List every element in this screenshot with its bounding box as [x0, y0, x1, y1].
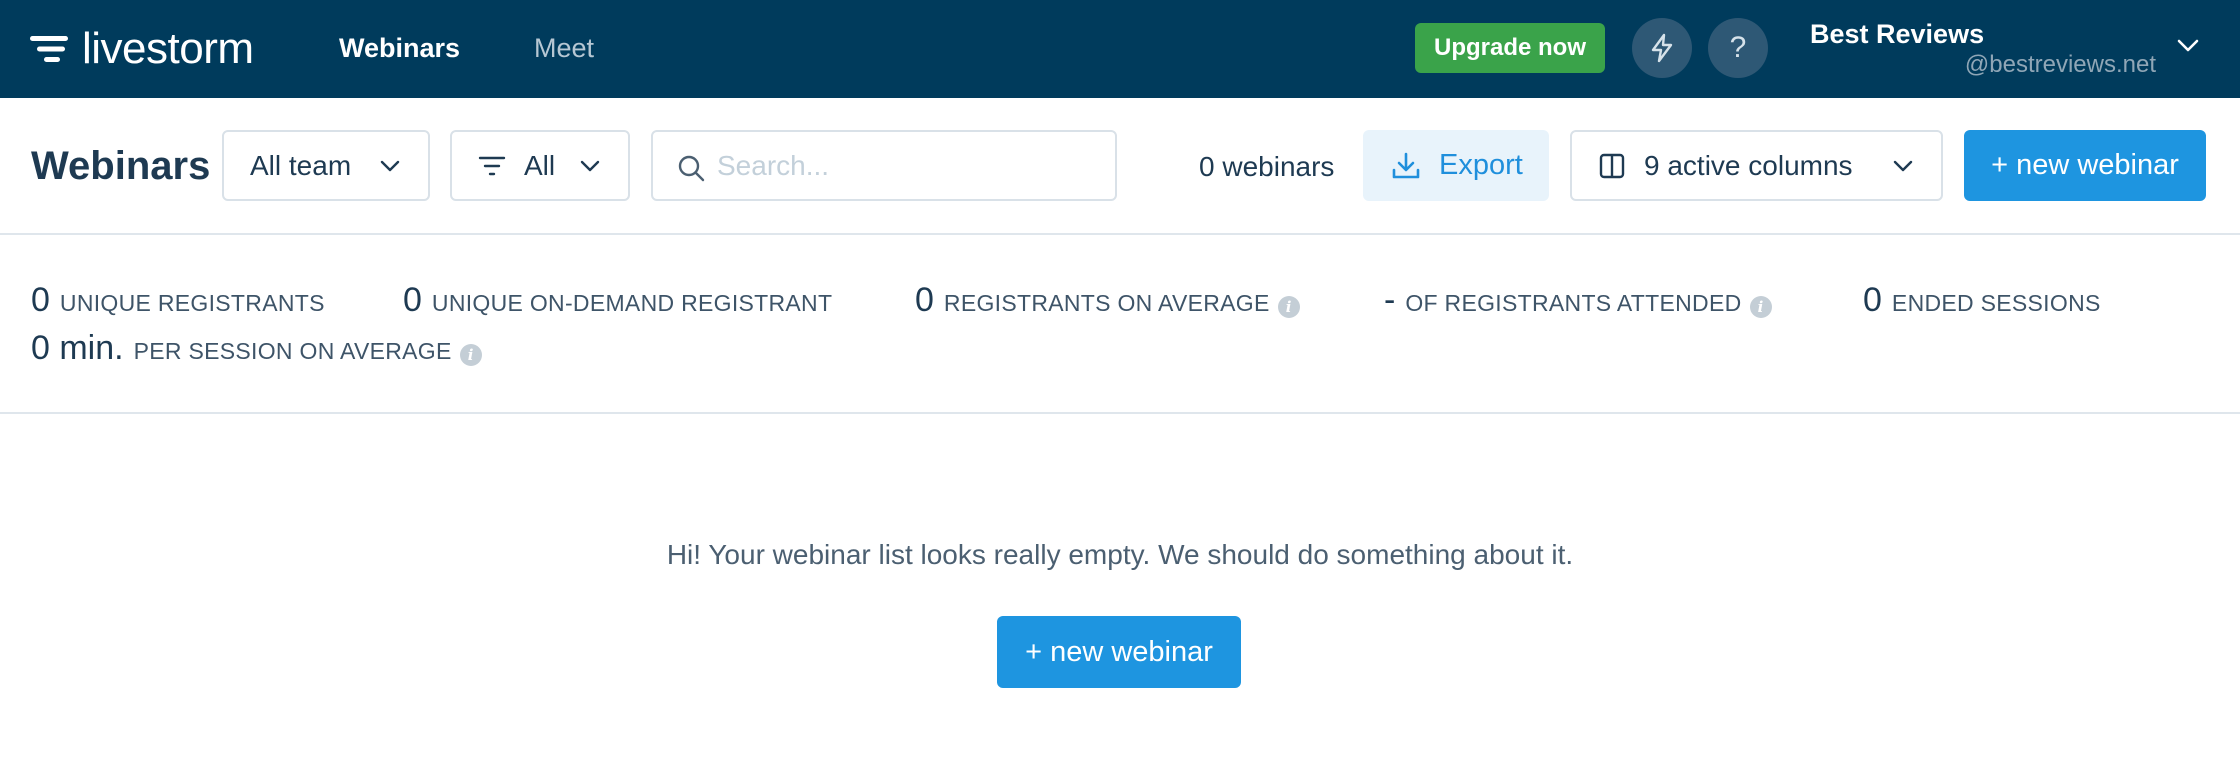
stat-ended-sessions: 0 ENDED SESSIONS: [1863, 281, 2101, 320]
team-select-value: All team: [250, 149, 352, 181]
stat-value: 0: [915, 281, 934, 319]
stat-label: UNIQUE REGISTRANTS: [59, 290, 325, 316]
info-icon[interactable]: i: [1749, 296, 1772, 318]
stat-label: ENDED SESSIONS: [1891, 290, 2101, 316]
chevron-down-icon[interactable]: [2176, 38, 2200, 54]
columns-icon: [1599, 153, 1625, 178]
info-icon[interactable]: i: [459, 344, 482, 366]
filter-icon: [478, 156, 506, 175]
chevron-down-icon: [1893, 160, 1913, 172]
stat-value: -: [1384, 281, 1396, 319]
nav-webinars[interactable]: Webinars: [339, 30, 460, 66]
upgrade-now-button[interactable]: Upgrade now: [1415, 23, 1605, 73]
livestorm-logo[interactable]: livestorm: [30, 26, 254, 72]
whats-new-button[interactable]: [1632, 18, 1692, 78]
stat-registrants-on-average: 0 REGISTRANTS ON AVERAGE i: [915, 281, 1300, 320]
help-icon: ?: [1729, 31, 1747, 64]
download-icon: [1392, 152, 1420, 178]
info-icon[interactable]: i: [1277, 296, 1300, 318]
stat-label: UNIQUE ON-DEMAND REGISTRANT: [431, 290, 833, 316]
stat-label: REGISTRANTS ON AVERAGE: [943, 290, 1270, 316]
stat-value: 0 min.: [31, 329, 124, 367]
bolt-icon: [1651, 33, 1673, 63]
team-select[interactable]: All team: [222, 130, 430, 201]
empty-state-message: Hi! Your webinar list looks really empty…: [666, 539, 1574, 570]
stat-value: 0: [31, 281, 50, 319]
user-handle: @bestreviews.net: [1964, 51, 2156, 78]
logo-text: livestorm: [82, 24, 254, 73]
export-button[interactable]: Export: [1363, 130, 1549, 201]
stat-unique-on-demand-registrant: 0 UNIQUE ON-DEMAND REGISTRANT: [403, 281, 832, 320]
search-icon: [678, 155, 705, 182]
stat-registrants-attended: - OF REGISTRANTS ATTENDED i: [1384, 281, 1772, 320]
chevron-down-icon: [580, 160, 600, 172]
webinars-toolbar: Webinars All team All 0 webinars Export: [0, 98, 2240, 235]
user-name[interactable]: Best Reviews: [1810, 17, 1984, 51]
top-navigation-bar: livestorm Webinars Meet Upgrade now ? Be…: [0, 0, 2240, 98]
webinar-stats: 0 UNIQUE REGISTRANTS 0 UNIQUE ON-DEMAND …: [0, 235, 2240, 414]
export-label: Export: [1439, 149, 1523, 181]
help-button[interactable]: ?: [1708, 18, 1768, 78]
active-columns-label: 9 active columns: [1644, 149, 1853, 181]
status-filter-select[interactable]: All: [450, 130, 630, 201]
nav-meet[interactable]: Meet: [534, 30, 594, 66]
new-webinar-button[interactable]: + new webinar: [1964, 130, 2206, 201]
logo-icon: [30, 36, 68, 62]
stat-value: 0: [1863, 281, 1882, 319]
stat-per-session-average: 0 min. PER SESSION ON AVERAGE i: [31, 329, 482, 368]
stat-label: OF REGISTRANTS ATTENDED: [1405, 290, 1742, 316]
chevron-down-icon: [380, 160, 400, 172]
search-box[interactable]: [651, 130, 1117, 201]
stat-value: 0: [403, 281, 422, 319]
webinar-count: 0 webinars: [1199, 151, 1335, 182]
empty-state-new-webinar-button[interactable]: + new webinar: [997, 616, 1241, 688]
page-title: Webinars: [31, 144, 211, 188]
search-input[interactable]: [717, 142, 1097, 190]
active-columns-button[interactable]: 9 active columns: [1570, 130, 1943, 201]
stat-label: PER SESSION ON AVERAGE: [133, 338, 452, 364]
stat-unique-registrants: 0 UNIQUE REGISTRANTS: [31, 281, 325, 320]
status-filter-value: All: [524, 149, 556, 181]
